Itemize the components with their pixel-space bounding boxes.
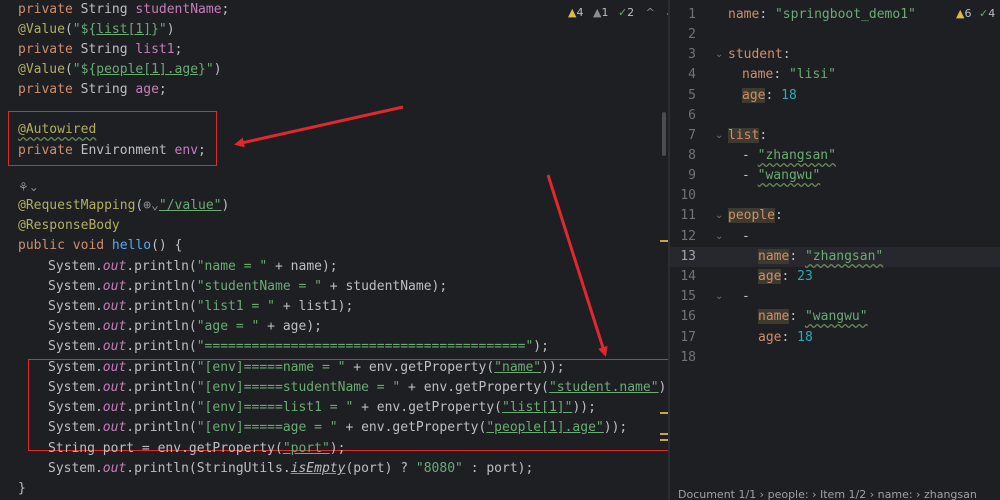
- warning-count: 6: [964, 7, 972, 20]
- yaml-line[interactable]: name: "lisi": [742, 65, 836, 85]
- code-line[interactable]: }: [18, 479, 26, 499]
- line-number: 14: [680, 269, 696, 284]
- breadcrumb[interactable]: Document 1/1 › people: › Item 1/2 › name…: [678, 488, 977, 500]
- code-line[interactable]: @Value("${people[1].age}"): [18, 60, 222, 80]
- code-line[interactable]: @RequestMapping(⊕⌄"/value"): [18, 196, 229, 216]
- java-inspection-widget[interactable]: ▲4 ▲1 ✓2 ^ ⌄: [568, 4, 668, 22]
- line-number: 6: [688, 108, 696, 123]
- code-line[interactable]: private String studentName;: [18, 0, 229, 20]
- yaml-line[interactable]: - "zhangsan": [742, 146, 836, 166]
- yaml-line[interactable]: name: "wangwu": [758, 307, 868, 327]
- warning-marker[interactable]: [660, 240, 668, 242]
- yaml-line[interactable]: -: [742, 287, 750, 307]
- code-line[interactable]: System.out.println("name = " + name);: [48, 257, 338, 277]
- line-number: 5: [688, 88, 696, 103]
- code-line[interactable]: @ResponseBody: [18, 216, 120, 236]
- yaml-line[interactable]: list:: [728, 126, 767, 146]
- code-line[interactable]: String port = env.getProperty("port");: [48, 439, 345, 459]
- fold-icon[interactable]: ⌄: [715, 206, 725, 226]
- yaml-line[interactable]: age: 18: [758, 328, 813, 348]
- check-icon: ✓: [978, 7, 989, 20]
- line-number: 12: [680, 229, 696, 244]
- line-number: 15: [680, 289, 696, 304]
- warning-marker[interactable]: [660, 439, 668, 441]
- code-line[interactable]: System.out.println("age = " + age);: [48, 317, 322, 337]
- line-number: 17: [680, 330, 696, 345]
- warning-count: 4: [576, 6, 584, 19]
- line-number: 4: [688, 67, 696, 82]
- yaml-line[interactable]: age: 18: [742, 86, 797, 106]
- breadcrumb-item[interactable]: name:: [878, 488, 913, 500]
- yaml-line[interactable]: name: "zhangsan": [758, 247, 883, 267]
- fold-icon[interactable]: ⌄: [715, 287, 725, 307]
- yaml-editor[interactable]: ▲6 ✓4 1 2 3 4 5 7 6 8 9 10 11 12 13 14 1…: [670, 0, 1000, 500]
- yaml-line[interactable]: -: [742, 227, 750, 247]
- warning-marker[interactable]: [660, 433, 668, 435]
- code-line[interactable]: @Value("${list[1]}"): [18, 20, 175, 40]
- annotation-box-env: [28, 359, 668, 451]
- endpoint-icon[interactable]: ⚘⌄: [18, 177, 39, 197]
- yaml-line[interactable]: people:: [728, 206, 783, 226]
- scrollbar-thumb[interactable]: [662, 112, 666, 156]
- breadcrumb-item[interactable]: zhangsan: [924, 488, 977, 500]
- fold-icon[interactable]: ⌄: [715, 45, 725, 65]
- line-number: 13: [680, 249, 696, 264]
- yaml-line[interactable]: student:: [728, 45, 791, 65]
- code-line[interactable]: public void hello() {: [18, 236, 182, 256]
- annotation-box-autowired: [8, 111, 217, 166]
- code-line[interactable]: private String list1;: [18, 40, 182, 60]
- check-count: 2: [627, 6, 635, 19]
- chevron-up-icon[interactable]: ^: [646, 6, 655, 19]
- line-number: 3: [688, 47, 696, 62]
- check-count: 4: [988, 7, 996, 20]
- breadcrumb-item[interactable]: people:: [768, 488, 809, 500]
- weak-warning-count: 1: [601, 6, 609, 19]
- fold-icon[interactable]: ⌄: [715, 126, 725, 146]
- breadcrumb-item[interactable]: Item 1/2: [820, 488, 866, 500]
- fold-icon[interactable]: ⌄: [715, 227, 725, 247]
- yaml-line[interactable]: - "wangwu": [742, 166, 820, 186]
- check-icon: ✓: [617, 6, 628, 19]
- code-line[interactable]: private String age;: [18, 80, 167, 100]
- code-line[interactable]: System.out.println("list1 = " + list1);: [48, 297, 353, 317]
- line-number: 9: [688, 168, 696, 183]
- yaml-line[interactable]: age: 23: [758, 267, 813, 287]
- yaml-inspection-widget[interactable]: ▲6 ✓4: [956, 5, 995, 23]
- line-number: 10: [680, 188, 696, 203]
- code-line[interactable]: System.out.println("====================…: [48, 337, 549, 357]
- warning-marker[interactable]: [660, 412, 668, 414]
- breadcrumb-item[interactable]: Document 1/1: [678, 488, 756, 500]
- code-line[interactable]: System.out.println(StringUtils.isEmpty(p…: [48, 459, 533, 479]
- line-number: 11: [680, 208, 696, 223]
- line-number: 16: [680, 309, 696, 324]
- line-number: 8: [688, 148, 696, 163]
- java-editor[interactable]: ▲4 ▲1 ✓2 ^ ⌄ private String studentName;…: [0, 0, 668, 500]
- line-number: 7: [688, 128, 696, 143]
- line-number: 1: [688, 7, 696, 22]
- globe-icon[interactable]: ⊕⌄: [143, 198, 159, 213]
- line-number: 18: [680, 350, 696, 365]
- code-line[interactable]: System.out.println("studentName = " + st…: [48, 277, 447, 297]
- yaml-line[interactable]: name: "springboot_demo1": [728, 5, 916, 25]
- line-number: 2: [688, 27, 696, 42]
